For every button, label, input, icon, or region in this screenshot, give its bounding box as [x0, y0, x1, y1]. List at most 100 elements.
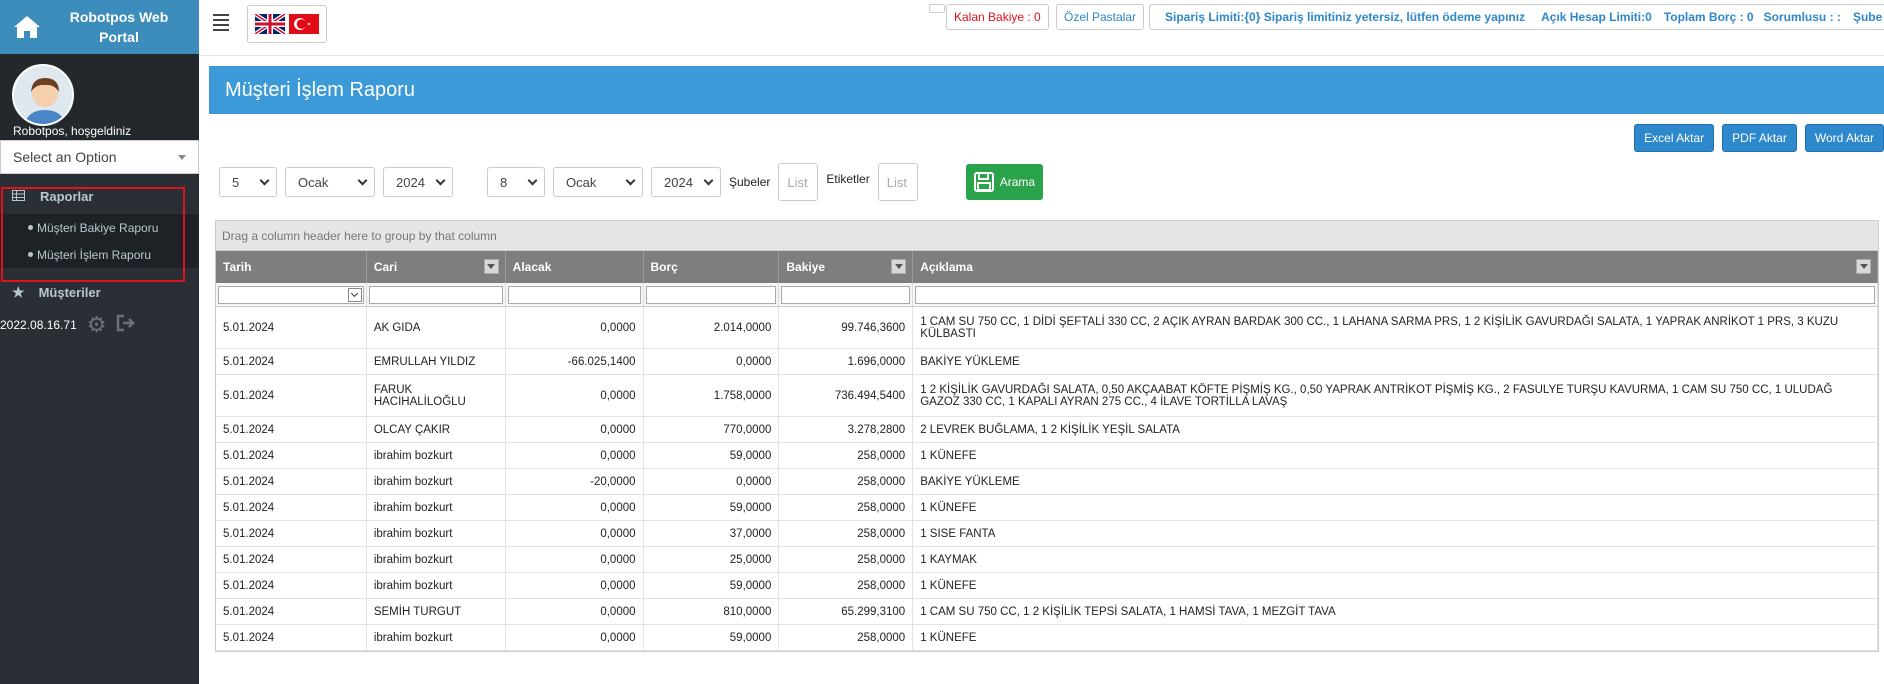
- uk-flag-icon[interactable]: [255, 14, 285, 34]
- start-year-select[interactable]: 2024: [383, 167, 453, 197]
- menu-toggle-icon[interactable]: [213, 14, 229, 34]
- end-month-select[interactable]: Ocak: [553, 167, 643, 197]
- filter-row: 5 Ocak 2024 8 Ocak 2024 Şubeler List Eti…: [219, 162, 1044, 202]
- table-cell: BAKİYE YÜKLEME: [913, 349, 1878, 374]
- table-row[interactable]: 5.01.2024 ibrahim bozkurt 0,0000 25,0000 258…: [216, 547, 1878, 573]
- borc-filter-input[interactable]: [645, 286, 777, 304]
- word-export-button[interactable]: Word Aktar: [1804, 124, 1884, 152]
- table-row[interactable]: 5.01.2024 ibrahim bozkurt 0,0000 59,0000 258…: [216, 495, 1878, 521]
- gear-icon[interactable]: ⚙: [87, 312, 107, 338]
- table-row[interactable]: 5.01.2024 EMRULLAH YILDIZ -66.025,1400 0,00…: [216, 349, 1878, 375]
- table-cell: OLCAY ÇAKIR: [367, 417, 506, 442]
- cari-filter-input[interactable]: [368, 286, 503, 304]
- column-menu-icon[interactable]: [891, 259, 907, 274]
- chevron-down-icon[interactable]: [347, 288, 362, 302]
- branch-select-label: Select an Option: [13, 149, 117, 165]
- menu-musteriler-label: Müşteriler: [38, 284, 101, 300]
- table-row[interactable]: 5.01.2024 SEMİH TURGUT 0,0000 810,0000 65.29…: [216, 599, 1878, 625]
- logout-icon[interactable]: [116, 314, 136, 337]
- table-row[interactable]: 5.01.2024 ibrahim bozkurt -20,0000 0,0000 25…: [216, 469, 1878, 495]
- table-row[interactable]: 5.01.2024 ibrahim bozkurt 0,0000 59,0000 258…: [216, 573, 1878, 599]
- table-cell: 1 2 KİŞİLİK GAVURDAĞI SALATA, 0,50 AKÇAA…: [913, 375, 1878, 416]
- search-button-label: Arama: [999, 175, 1036, 189]
- version-row: 2022.08.16.71 ⚙: [0, 310, 199, 340]
- filter-cell-aciklama: [913, 283, 1879, 306]
- table-row[interactable]: 5.01.2024 FARUK HACIHALİLOĞLU 0,0000 1.758,…: [216, 375, 1878, 417]
- table-cell: 0,0000: [506, 443, 644, 468]
- alacak-filter-input[interactable]: [507, 286, 641, 304]
- chevron-down-icon: [703, 175, 714, 185]
- etiketler-input[interactable]: List: [877, 163, 918, 201]
- subeler-input[interactable]: List: [778, 163, 819, 201]
- table-cell: 0,0000: [506, 599, 644, 624]
- search-button[interactable]: Arama: [965, 164, 1044, 200]
- subeler-label: Şubeler: [729, 175, 771, 189]
- table-cell: BAKİYE YÜKLEME: [913, 469, 1878, 494]
- table-cell: 770,0000: [644, 417, 780, 442]
- table-cell: 1 SISE FANTA: [913, 521, 1878, 546]
- ozel-pastalar-button[interactable]: Özel Pastalar: [1056, 4, 1145, 30]
- brand-bar: Robotpos Web Portal: [0, 0, 199, 54]
- table-cell: 5.01.2024: [216, 349, 367, 374]
- group-panel[interactable]: Drag a column header here to group by th…: [216, 221, 1878, 251]
- start-day-select[interactable]: 5: [219, 167, 277, 197]
- end-day-select[interactable]: 8: [487, 167, 545, 197]
- table-row[interactable]: 5.01.2024 ibrahim bozkurt 0,0000 59,0000 258…: [216, 625, 1878, 651]
- table-row[interactable]: 5.01.2024 ibrahim bozkurt 0,0000 59,0000 258…: [216, 443, 1878, 469]
- table-cell: -20,0000: [506, 469, 644, 494]
- brand-title: Robotpos Web Portal: [69, 9, 169, 45]
- date-filter-input[interactable]: [218, 286, 364, 304]
- chevron-down-icon: [527, 175, 538, 185]
- select-value: Ocak: [566, 174, 597, 190]
- table-row[interactable]: 5.01.2024 AK GIDA 0,0000 2.014,0000 99.746,3…: [216, 307, 1878, 349]
- filter-cell-tarih: [216, 283, 367, 306]
- column-label: Cari: [373, 260, 398, 274]
- table-row[interactable]: 5.01.2024 OLCAY ÇAKIR 0,0000 770,0000 3.278,…: [216, 417, 1878, 443]
- branch-select[interactable]: Select an Option: [0, 140, 199, 174]
- table-cell: 1 KÜNEFE: [913, 443, 1878, 468]
- filter-cell-cari: [367, 283, 506, 306]
- table-cell: 736.494,5400: [779, 375, 914, 416]
- column-menu-icon[interactable]: [1856, 259, 1872, 274]
- table-cell: 5.01.2024: [216, 469, 367, 494]
- bakiye-filter-input[interactable]: [781, 286, 911, 304]
- column-menu-icon[interactable]: [483, 259, 499, 274]
- aciklama-filter-input[interactable]: [915, 286, 1876, 304]
- column-header-alacak[interactable]: Alacak: [506, 251, 644, 283]
- main-content: Müşteri İşlem Raporu Excel Aktar PDF Akt…: [209, 66, 1884, 652]
- start-month-select[interactable]: Ocak: [285, 167, 375, 197]
- table-cell: 5.01.2024: [216, 521, 367, 546]
- report-grid: Drag a column header here to group by th…: [215, 220, 1879, 652]
- column-header-borc[interactable]: Borç: [644, 251, 780, 283]
- column-header-aciklama[interactable]: Açıklama: [913, 251, 1879, 283]
- table-row[interactable]: 5.01.2024 ibrahim bozkurt 0,0000 37,0000 258…: [216, 521, 1878, 547]
- table-cell: 0,0000: [506, 375, 644, 416]
- column-header-cari[interactable]: Cari: [367, 251, 506, 283]
- excel-export-button[interactable]: Excel Aktar: [1634, 124, 1715, 152]
- column-header-bakiye[interactable]: Bakiye: [779, 251, 914, 283]
- pdf-export-button[interactable]: PDF Aktar: [1722, 124, 1797, 152]
- table-cell: 0,0000: [506, 547, 644, 572]
- table-cell: ibrahim bozkurt: [367, 469, 506, 494]
- table-cell: 59,0000: [644, 573, 780, 598]
- sube-text: Şube: [1852, 10, 1883, 24]
- filter-cell-borc: [644, 283, 780, 306]
- select-value: 2024: [396, 174, 425, 190]
- table-cell: 37,0000: [644, 521, 780, 546]
- notification-toggle[interactable]: [929, 4, 945, 13]
- table-cell: 0,0000: [506, 417, 644, 442]
- table-cell: 5.01.2024: [216, 547, 367, 572]
- home-icon[interactable]: [0, 0, 54, 54]
- column-header-tarih[interactable]: Tarih: [216, 251, 367, 283]
- table-cell: 1 KÜNEFE: [913, 573, 1878, 598]
- language-selector[interactable]: [247, 5, 327, 43]
- table-cell: 59,0000: [644, 495, 780, 520]
- table-cell: 5.01.2024: [216, 573, 367, 598]
- kalan-bakiye-button[interactable]: Kalan Bakiye : 0: [946, 4, 1049, 30]
- table-cell: ibrahim bozkurt: [367, 573, 506, 598]
- menu-highlight-box: [1, 187, 185, 282]
- table-cell: 1 KÜNEFE: [913, 495, 1878, 520]
- turkey-flag-icon[interactable]: [289, 14, 319, 34]
- table-cell: AK GIDA: [367, 307, 506, 348]
- end-year-select[interactable]: 2024: [651, 167, 721, 197]
